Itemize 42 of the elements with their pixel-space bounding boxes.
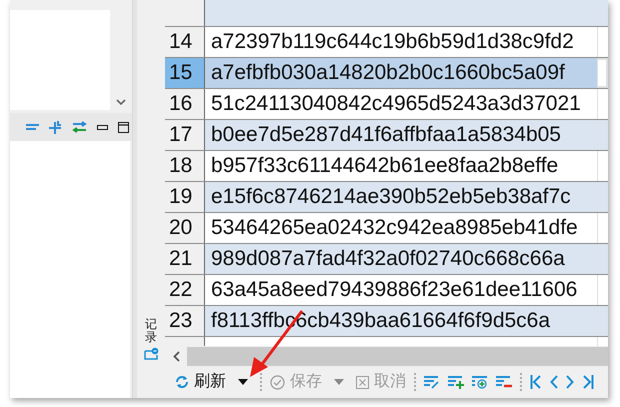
first-record-icon[interactable] <box>530 375 542 389</box>
table-cell <box>597 150 608 181</box>
record-icon[interactable] <box>144 347 158 360</box>
table-cell: b957f33c61144642b61ee8faa2b8effe <box>205 150 597 181</box>
chevron-left-icon[interactable] <box>550 375 558 389</box>
collapse-icon[interactable] <box>26 124 39 130</box>
table-cell <box>597 306 608 336</box>
last-record-icon[interactable] <box>582 375 594 389</box>
delete-row-icon[interactable] <box>496 375 512 389</box>
table-cell <box>597 26 608 57</box>
table-cell: 51c24113040842c4965d5243a3d37021 <box>205 88 597 119</box>
chevron-left-icon[interactable] <box>172 351 180 362</box>
table-cell <box>597 244 608 274</box>
table-cell <box>597 336 608 346</box>
table-cell: a7efbfb030a14820b2b0c1660bc5a09f <box>205 58 597 88</box>
table-cell: 53464265ea02432c942ea8985eb41dfe <box>205 212 597 243</box>
chevron-right-icon[interactable] <box>566 375 574 389</box>
swap-arrows-icon[interactable] <box>72 121 87 133</box>
chevron-down-icon[interactable] <box>116 99 126 106</box>
row-number[interactable]: 15 <box>165 58 205 88</box>
add-row-icon[interactable] <box>448 375 464 389</box>
minimize-icon[interactable] <box>97 124 108 130</box>
table-cell: 63a45a8eed79439886f23e61dee11606 <box>205 274 597 305</box>
table-cell <box>597 88 608 119</box>
edit-rows-icon[interactable] <box>424 375 440 389</box>
table-cell <box>597 182 608 212</box>
refresh-button[interactable]: 刷新 <box>171 370 230 394</box>
table-cell: b0ee7d5e287d41f6affbfaa1a5834b05 <box>205 120 597 150</box>
maximize-icon[interactable] <box>118 122 129 132</box>
table-cell <box>597 120 608 150</box>
table-cell <box>597 274 608 305</box>
table-cell: 989d087a7fad4f32a0f02740c668c66a <box>205 244 597 274</box>
caret-down-icon[interactable] <box>238 379 248 385</box>
table-cell <box>597 0 608 26</box>
insert-row-icon[interactable] <box>472 375 488 389</box>
table-cell <box>597 212 608 243</box>
side-tab[interactable]: 记录 <box>145 318 157 344</box>
table-cell: a72397b119c644c19b6b59d1d38c9fd2 <box>205 26 597 57</box>
plus-icon[interactable] <box>49 120 62 134</box>
table-cell: e15f6c8746214ae390b52eb5eb38af7c <box>205 182 597 212</box>
scrollbar-thumb[interactable] <box>187 347 608 366</box>
refresh-icon[interactable] <box>175 375 189 389</box>
